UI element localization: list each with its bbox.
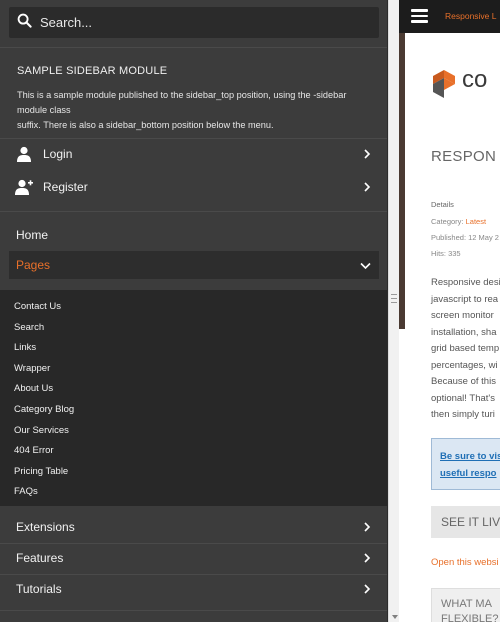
body-line: optional! That's [431, 392, 495, 404]
sidebar-module: SAMPLE SIDEBAR MODULE This is a sample m… [17, 65, 372, 133]
body-line: Responsive desi [431, 277, 500, 288]
user-icon [15, 145, 33, 163]
menu-item-features[interactable]: Features [0, 543, 387, 573]
open-website-link[interactable]: Open this websi [431, 557, 499, 568]
article-body: Responsive desi javascript to rea screen… [431, 275, 500, 424]
body-line: javascript to rea [431, 293, 499, 305]
menu-item-extensions[interactable]: Extensions [0, 512, 387, 542]
chevron-right-icon [364, 553, 371, 563]
body-line: screen monitor [431, 310, 494, 321]
pages-submenu: Contact Us Search Links Wrapper About Us… [0, 290, 387, 506]
body-line: Because of this [431, 376, 496, 387]
menu-item-pages[interactable]: Pages [9, 251, 379, 279]
info-link[interactable]: useful respo [440, 468, 497, 479]
home-label: Home [16, 228, 49, 242]
published-meta: Published: 12 May 2 [431, 233, 499, 242]
submenu-item-our-services[interactable]: Our Services [0, 421, 387, 442]
search-input[interactable] [40, 15, 360, 30]
module-text: This is a sample module published to the… [17, 88, 372, 133]
sidebar: SAMPLE SIDEBAR MODULE This is a sample m… [0, 0, 388, 622]
body-line: installation, sha [431, 326, 497, 338]
top-nav-link[interactable]: Responsive L [445, 0, 497, 33]
login-item[interactable]: Login [0, 139, 387, 169]
feature-heading: FLEXIBLE? [441, 613, 499, 622]
body-line: then simply turi [431, 409, 495, 420]
menu-item-home[interactable]: Home [0, 220, 387, 250]
see-it-live-button[interactable]: SEE IT LIV [431, 506, 500, 538]
search-icon [17, 13, 32, 33]
category-label: Category: [431, 217, 466, 226]
category-link[interactable]: Latest [466, 217, 486, 226]
body-line: grid based temp [431, 343, 500, 354]
chevron-right-icon [364, 149, 371, 159]
top-bar: Responsive L [399, 0, 500, 33]
submenu-item-category-blog[interactable]: Category Blog [0, 400, 387, 421]
logo-icon [433, 70, 455, 98]
module-text-line: suffix. There is also a sidebar_bottom p… [17, 120, 274, 130]
chevron-right-icon [364, 182, 371, 192]
page-edge [399, 33, 405, 329]
details-label: Details [431, 200, 454, 209]
menu-item-tutorials[interactable]: Tutorials [0, 574, 387, 604]
body-line: percentages, wi [431, 359, 498, 371]
hits-meta: Hits: 335 [431, 249, 461, 258]
category-meta: Category: Latest [431, 217, 486, 226]
divider [0, 211, 387, 212]
module-text-line: This is a sample module published to the… [17, 90, 347, 115]
submenu-item-search[interactable]: Search [0, 318, 387, 339]
register-label: Register [43, 180, 88, 194]
submenu-item-wrapper[interactable]: Wrapper [0, 359, 387, 380]
tutorials-label: Tutorials [16, 582, 62, 596]
hamburger-icon[interactable] [411, 9, 428, 23]
main-content: Responsive L co RESPON Details Category:… [399, 0, 500, 622]
scrollbar-grip[interactable] [391, 294, 397, 303]
submenu-item-about-us[interactable]: About Us [0, 379, 387, 400]
feature-heading: WHAT MA [441, 598, 492, 610]
submenu-item-faqs[interactable]: FAQs [0, 482, 387, 503]
submenu-item-contact-us[interactable]: Contact Us [0, 297, 387, 318]
login-label: Login [43, 147, 73, 161]
search-box[interactable] [9, 7, 379, 38]
sidebar-scrollbar[interactable] [388, 0, 399, 622]
feature-box: WHAT MA FLEXIBLE? [431, 588, 500, 622]
chevron-right-icon [364, 584, 371, 594]
pages-label: Pages [16, 258, 51, 272]
article-title: RESPON [431, 148, 497, 165]
chevron-right-icon [364, 522, 371, 532]
submenu-item-404-error[interactable]: 404 Error [0, 441, 387, 462]
features-label: Features [16, 551, 64, 565]
extensions-label: Extensions [16, 520, 75, 534]
scroll-down-arrow-icon[interactable] [392, 615, 398, 619]
submenu-item-links[interactable]: Links [0, 338, 387, 359]
info-link[interactable]: Be sure to vis [440, 451, 500, 462]
module-title: SAMPLE SIDEBAR MODULE [17, 65, 168, 77]
divider [0, 47, 387, 48]
user-add-icon [15, 178, 33, 196]
submenu-item-pricing-table[interactable]: Pricing Table [0, 462, 387, 483]
logo-text[interactable]: co [462, 66, 487, 94]
register-item[interactable]: Register [0, 172, 387, 202]
divider [0, 610, 387, 611]
chevron-down-icon [360, 262, 371, 269]
info-box: Be sure to vis useful respo [431, 438, 500, 490]
